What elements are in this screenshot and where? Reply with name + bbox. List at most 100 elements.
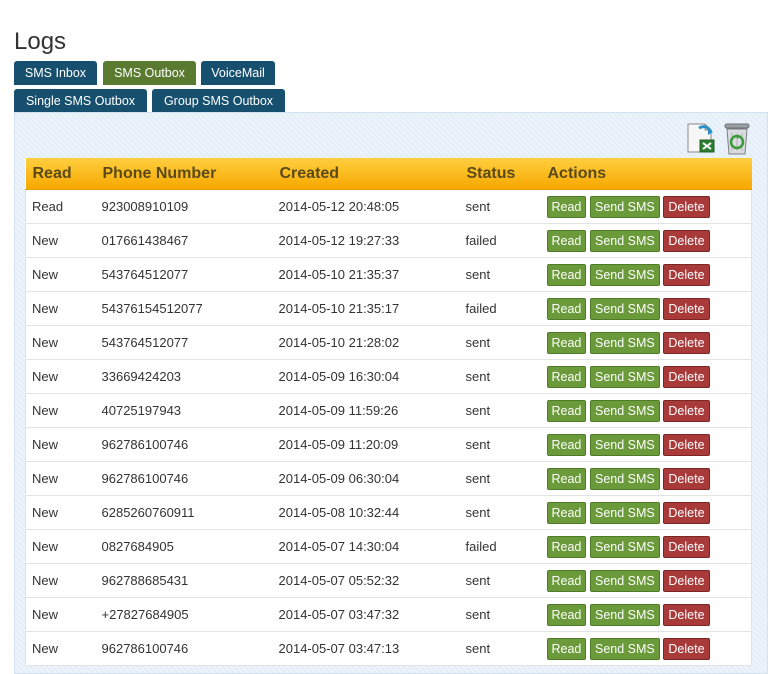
header-created[interactable]: Created xyxy=(272,158,460,190)
cell-status: failed xyxy=(459,529,541,564)
cell-created: 2014-05-08 10:32:44 xyxy=(272,495,460,530)
cell-actions: Read Send SMS Delete xyxy=(540,325,752,360)
cell-read: New xyxy=(25,257,96,292)
delete-button[interactable]: Delete xyxy=(663,433,710,456)
send-sms-button[interactable]: Send SMS xyxy=(590,603,660,626)
cell-created: 2014-05-10 21:35:17 xyxy=(272,291,460,326)
cell-actions: Read Send SMS Delete xyxy=(540,257,752,292)
cell-phone-number: 543764512077 xyxy=(95,325,273,360)
cell-created: 2014-05-09 06:30:04 xyxy=(272,461,460,496)
cell-created: 2014-05-09 11:20:09 xyxy=(272,427,460,462)
read-button[interactable]: Read xyxy=(546,637,587,660)
delete-button[interactable]: Delete xyxy=(663,637,710,660)
cell-status: sent xyxy=(459,597,541,632)
cell-created: 2014-05-07 03:47:32 xyxy=(272,597,460,632)
delete-button[interactable]: Delete xyxy=(663,569,710,592)
cell-read: New xyxy=(25,461,96,496)
read-button[interactable]: Read xyxy=(546,297,587,320)
read-button[interactable]: Read xyxy=(546,331,587,354)
cell-actions: Read Send SMS Delete xyxy=(540,631,752,666)
table-row: New 543764512077 2014-05-10 21:35:37 sent Re… xyxy=(25,257,752,292)
read-button[interactable]: Read xyxy=(546,433,587,456)
table-row: New 017661438467 2014-05-12 19:27:33 failed… xyxy=(25,223,752,258)
cell-status: sent xyxy=(459,631,541,666)
read-button[interactable]: Read xyxy=(546,229,587,252)
read-button[interactable]: Read xyxy=(546,603,587,626)
read-button[interactable]: Read xyxy=(546,399,587,422)
send-sms-button[interactable]: Send SMS xyxy=(590,501,660,524)
cell-phone-number: 40725197943 xyxy=(95,393,273,428)
send-sms-button[interactable]: Send SMS xyxy=(590,229,660,252)
cell-phone-number: 33669424203 xyxy=(95,359,273,394)
recycle-bin-icon[interactable] xyxy=(723,122,751,161)
delete-button[interactable]: Delete xyxy=(663,297,710,320)
cell-status: sent xyxy=(459,495,541,530)
header-actions: Actions xyxy=(540,158,752,190)
read-button[interactable]: Read xyxy=(546,365,587,388)
delete-button[interactable]: Delete xyxy=(663,195,710,218)
delete-button[interactable]: Delete xyxy=(663,229,710,252)
delete-button[interactable]: Delete xyxy=(663,365,710,388)
send-sms-button[interactable]: Send SMS xyxy=(590,569,660,592)
table-header-row: Read Phone Number Created Status Actions xyxy=(25,158,752,190)
table-row: New 33669424203 2014-05-09 16:30:04 sent Rea… xyxy=(25,359,752,394)
send-sms-button[interactable]: Send SMS xyxy=(590,637,660,660)
send-sms-button[interactable]: Send SMS xyxy=(590,433,660,456)
delete-button[interactable]: Delete xyxy=(663,263,710,286)
cell-read: New xyxy=(25,563,96,598)
cell-created: 2014-05-07 14:30:04 xyxy=(272,529,460,564)
cell-created: 2014-05-09 16:30:04 xyxy=(272,359,460,394)
cell-phone-number: 54376154512077 xyxy=(95,291,273,326)
table-row: New 6285260760911 2014-05-08 10:32:44 sent R… xyxy=(25,495,752,530)
cell-status: sent xyxy=(459,427,541,462)
read-button[interactable]: Read xyxy=(546,467,587,490)
excel-export-icon[interactable] xyxy=(685,122,717,159)
tab-group-sms-outbox[interactable]: Group SMS Outbox xyxy=(152,89,285,113)
read-button[interactable]: Read xyxy=(546,263,587,286)
table-row: New 962786100746 2014-05-09 06:30:04 sent Re… xyxy=(25,461,752,496)
delete-button[interactable]: Delete xyxy=(663,535,710,558)
cell-read: New xyxy=(25,291,96,326)
read-button[interactable]: Read xyxy=(546,195,587,218)
read-button[interactable]: Read xyxy=(546,569,587,592)
cell-status: sent xyxy=(459,189,541,224)
read-button[interactable]: Read xyxy=(546,501,587,524)
send-sms-button[interactable]: Send SMS xyxy=(590,399,660,422)
cell-status: sent xyxy=(459,359,541,394)
cell-phone-number: 0827684905 xyxy=(95,529,273,564)
tab-sms-outbox[interactable]: SMS Outbox xyxy=(103,61,196,85)
delete-button[interactable]: Delete xyxy=(663,399,710,422)
cell-status: failed xyxy=(459,223,541,258)
delete-button[interactable]: Delete xyxy=(663,501,710,524)
send-sms-button[interactable]: Send SMS xyxy=(590,195,660,218)
tab-voicemail[interactable]: VoiceMail xyxy=(201,61,275,85)
send-sms-button[interactable]: Send SMS xyxy=(590,263,660,286)
header-read[interactable]: Read xyxy=(25,158,96,190)
cell-actions: Read Send SMS Delete xyxy=(540,393,752,428)
tab-single-sms-outbox[interactable]: Single SMS Outbox xyxy=(14,89,147,113)
delete-button[interactable]: Delete xyxy=(663,467,710,490)
header-phone-number[interactable]: Phone Number xyxy=(95,158,273,190)
send-sms-button[interactable]: Send SMS xyxy=(590,297,660,320)
send-sms-button[interactable]: Send SMS xyxy=(590,365,660,388)
table-row: New 0827684905 2014-05-07 14:30:04 failed Re… xyxy=(25,529,752,564)
cell-phone-number: 962786100746 xyxy=(95,461,273,496)
tab-sms-inbox[interactable]: SMS Inbox xyxy=(14,61,97,85)
send-sms-button[interactable]: Send SMS xyxy=(590,467,660,490)
page-title: Logs xyxy=(14,28,67,56)
cell-created: 2014-05-12 19:27:33 xyxy=(272,223,460,258)
send-sms-button[interactable]: Send SMS xyxy=(590,535,660,558)
cell-read: New xyxy=(25,427,96,462)
delete-button[interactable]: Delete xyxy=(663,331,710,354)
cell-actions: Read Send SMS Delete xyxy=(540,461,752,496)
cell-status: sent xyxy=(459,461,541,496)
header-status[interactable]: Status xyxy=(459,158,541,190)
send-sms-button[interactable]: Send SMS xyxy=(590,331,660,354)
cell-created: 2014-05-12 20:48:05 xyxy=(272,189,460,224)
read-button[interactable]: Read xyxy=(546,535,587,558)
cell-read: New xyxy=(25,325,96,360)
delete-button[interactable]: Delete xyxy=(663,603,710,626)
cell-phone-number: 923008910109 xyxy=(95,189,273,224)
table-row: New 962786100746 2014-05-07 03:47:13 sent Re… xyxy=(25,631,752,666)
cell-phone-number: 017661438467 xyxy=(95,223,273,258)
